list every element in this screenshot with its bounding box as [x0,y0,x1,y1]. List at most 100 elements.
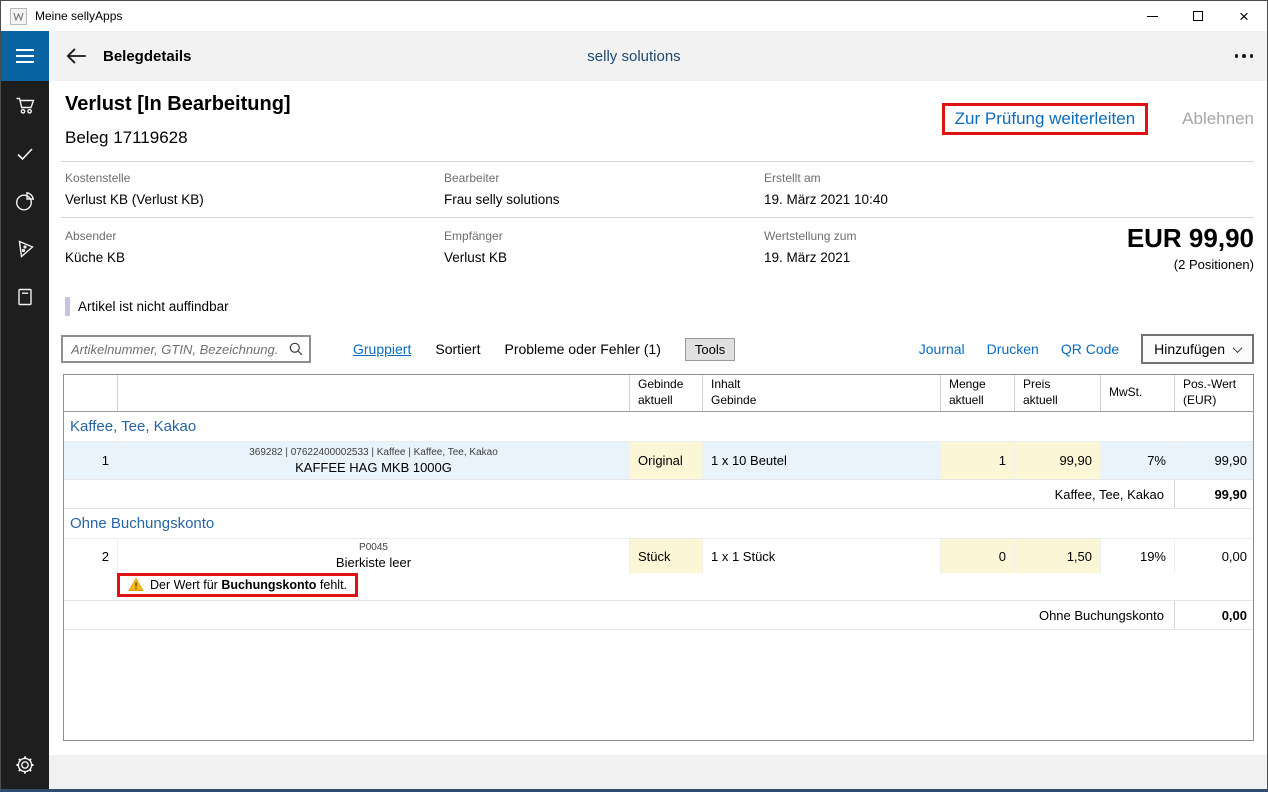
reject-link[interactable]: Ablehnen [1182,109,1254,129]
document-number: Beleg 17119628 [65,128,188,148]
add-label: Hinzufügen [1154,341,1225,357]
article-description: 369282 | 07622400002533 | Kaffee | Kaffe… [117,442,629,479]
table-row[interactable]: 1 369282 | 07622400002533 | Kaffee | Kaf… [64,442,1253,480]
sidebar [1,81,49,789]
pizza-slice-icon[interactable] [13,237,37,261]
minimize-button[interactable] [1129,1,1175,31]
table-row[interactable]: 2 P0045 Bierkiste leer Stück 1 x 1 Stück… [64,539,1253,573]
cell-inhalt: 1 x 10 Beutel [702,442,940,479]
group-header-ohne-buchungskonto: Ohne Buchungskonto [64,509,1253,539]
group-subtotal-kaffee: Kaffee, Tee, Kakao 99,90 [64,480,1253,509]
sorted-toggle[interactable]: Sortiert [435,341,480,357]
document-total: EUR 99,90 (2 Positionen) [1127,224,1254,272]
maximize-icon [1193,11,1203,21]
cell-menge[interactable]: 1 [940,442,1014,479]
book-icon[interactable] [13,285,37,309]
bottom-bar [49,755,1267,789]
row-number: 1 [64,442,117,479]
close-button[interactable]: × [1221,1,1267,31]
header-mwst: MwSt. [1100,375,1174,411]
notice-text: Artikel ist nicht auffindbar [78,299,229,314]
list-filters: Gruppiert Sortiert Probleme oder Fehler … [353,335,735,363]
article-meta: P0045 [359,542,388,553]
grouped-toggle[interactable]: Gruppiert [353,341,411,357]
cart-icon[interactable] [13,93,37,117]
header-inhalt-gebinde: InhaltGebinde [702,375,940,411]
article-description: P0045 Bierkiste leer [117,539,629,573]
qr-code-link[interactable]: QR Code [1061,341,1119,357]
subtotal-value: 0,00 [1174,601,1255,629]
total-positions: (2 Positionen) [1127,257,1254,272]
field-value: Verlust KB (Verlust KB) [65,192,204,207]
field-label: Empfänger [444,229,507,243]
cell-menge[interactable]: 0 [940,539,1014,573]
settings-gear-icon[interactable] [13,753,37,777]
search-input[interactable] [61,335,311,363]
app-header: selly solutions Belegdetails [1,31,1267,81]
hamburger-menu-button[interactable] [1,31,49,81]
group-header-kaffee: Kaffee, Tee, Kakao [64,412,1253,442]
positions-table: Gebindeaktuell InhaltGebinde Mengeaktuel… [63,374,1254,741]
cell-pos-wert: 99,90 [1174,442,1255,479]
document-tools: Journal Drucken QR Code Hinzufügen [919,334,1254,364]
notice-marker [65,297,70,316]
cell-mwst: 7% [1100,442,1174,479]
subtotal-label: Ohne Buchungskonto [64,601,1174,629]
divider [61,161,1254,162]
subtotal-value: 99,90 [1174,480,1255,508]
document-actions: Zur Prüfung weiterleiten Ablehnen [942,103,1254,135]
header-num [64,375,117,411]
window-controls: × [1129,1,1267,31]
cell-preis[interactable]: 99,90 [1014,442,1100,479]
print-link[interactable]: Drucken [987,341,1039,357]
cell-preis[interactable]: 1,50 [1014,539,1100,573]
field-label: Erstellt am [764,171,888,185]
cell-gebinde[interactable]: Stück [629,539,702,573]
field-value: 19. März 2021 [764,250,856,265]
search-box [61,335,311,363]
header-preis-aktuell: Preisaktuell [1014,375,1100,411]
article-name: KAFFEE HAG MKB 1000G [295,460,452,475]
add-dropdown-button[interactable]: Hinzufügen [1141,334,1254,364]
dots-icon [1235,54,1239,58]
article-meta: 369282 | 07622400002533 | Kaffee | Kaffe… [249,447,498,458]
field-value: Frau selly solutions [444,192,560,207]
app-logo-icon [10,8,27,25]
forward-for-review-link[interactable]: Zur Prüfung weiterleiten [955,109,1135,128]
back-arrow-icon [63,43,89,69]
field-empfaenger: Empfänger Verlust KB [444,229,507,265]
cell-gebinde[interactable]: Original [629,442,702,479]
header-pos-wert: Pos.-Wert(EUR) [1174,375,1255,411]
field-label: Wertstellung zum [764,229,856,243]
field-absender: Absender Küche KB [65,229,125,265]
main-content: Verlust [In Bearbeitung] Beleg 17119628 … [49,81,1267,789]
back-button[interactable] [59,31,93,81]
maximize-button[interactable] [1175,1,1221,31]
annotation-box-warning: Der Wert für Buchungskonto fehlt. [117,573,358,597]
window-title: Meine sellyApps [35,9,122,23]
cell-inhalt: 1 x 1 Stück [702,539,940,573]
subtotal-label: Kaffee, Tee, Kakao [64,480,1174,508]
field-label: Kostenstelle [65,171,204,185]
table-header-row: Gebindeaktuell InhaltGebinde Mengeaktuel… [64,375,1253,412]
tools-button[interactable]: Tools [685,338,735,361]
article-name: Bierkiste leer [336,555,411,570]
document-title: Verlust [In Bearbeitung] [65,93,291,116]
pie-chart-icon[interactable] [13,189,37,213]
field-value: 19. März 2021 10:40 [764,192,888,207]
field-bearbeiter: Bearbeiter Frau selly solutions [444,171,560,207]
problems-filter[interactable]: Probleme oder Fehler (1) [504,341,660,357]
total-amount: EUR 99,90 [1127,224,1254,253]
warning-triangle-icon [128,577,144,592]
field-wertstellung: Wertstellung zum 19. März 2021 [764,229,856,265]
more-options-button[interactable] [1235,31,1254,81]
field-value: Verlust KB [444,250,507,265]
window-titlebar: Meine sellyApps × [1,1,1267,31]
chevron-down-icon [1233,343,1243,353]
journal-link[interactable]: Journal [919,341,965,357]
row-warning: Der Wert für Buchungskonto fehlt. [64,573,1253,601]
warning-text: Der Wert für Buchungskonto fehlt. [150,578,347,592]
check-icon[interactable] [13,141,37,165]
search-icon [288,341,304,357]
field-erstellt-am: Erstellt am 19. März 2021 10:40 [764,171,888,207]
